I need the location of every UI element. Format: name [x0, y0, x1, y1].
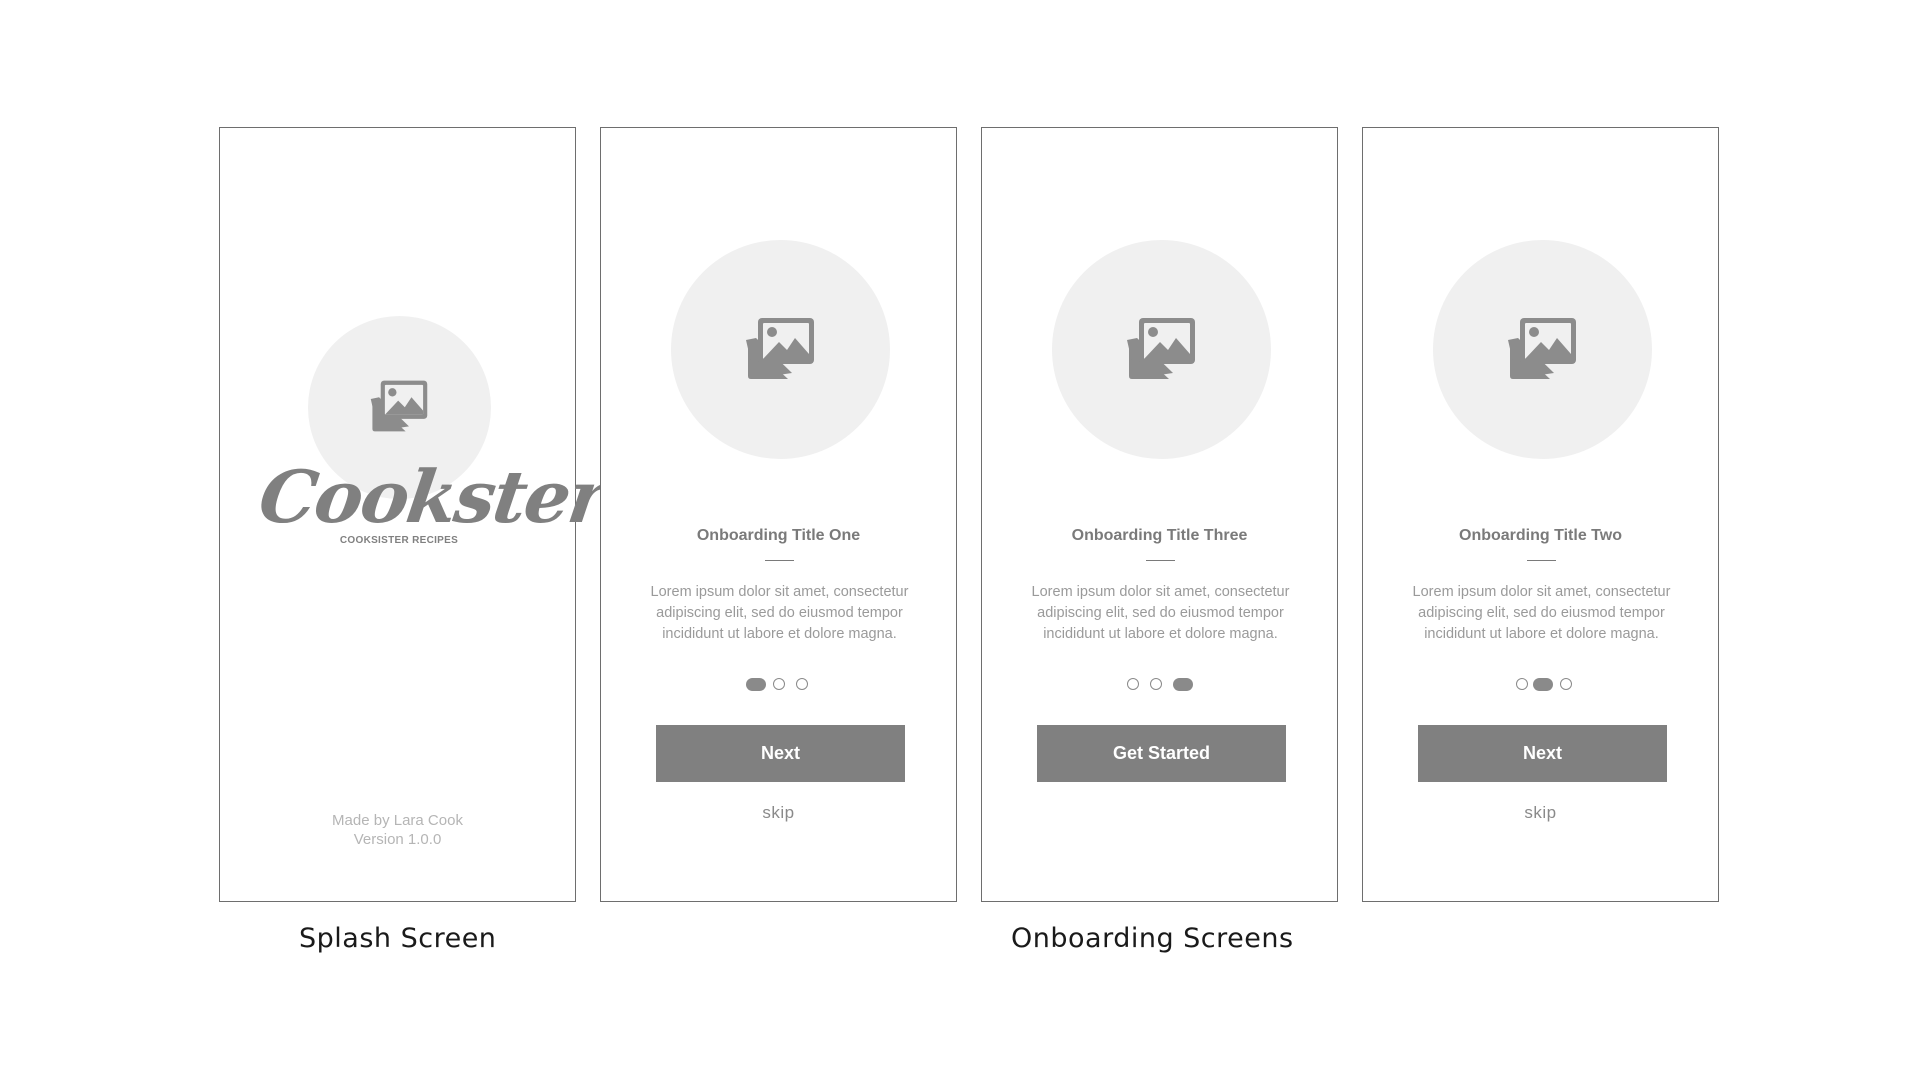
page-dot[interactable] [796, 678, 808, 690]
version-text: Version 1.0.0 [353, 831, 442, 848]
onboarding-screen-one: Onboarding Title One Lorem ipsum dolor s… [600, 127, 957, 902]
next-button[interactable]: Next [656, 725, 905, 782]
title-divider [1146, 560, 1175, 561]
onboarding-image-placeholder [1433, 240, 1652, 459]
logo-subtitle: COOKSISTER RECIPES [339, 535, 459, 546]
onboarding-body: Lorem ipsum dolor sit amet, consectetur … [1412, 584, 1671, 642]
page-dot[interactable] [1150, 678, 1162, 690]
page-dot-active[interactable] [1533, 678, 1553, 691]
onboarding-screen-two: Onboarding Title Two Lorem ipsum dolor s… [1362, 127, 1719, 902]
page-dot[interactable] [773, 678, 785, 690]
title-divider [765, 560, 794, 561]
onboarding-title: Onboarding Title Three [1071, 527, 1248, 544]
get-started-button[interactable]: Get Started [1037, 725, 1286, 782]
splash-screen-caption: Splash Screen [299, 923, 497, 954]
title-divider [1527, 560, 1556, 561]
onboarding-screens-caption: Onboarding Screens [1011, 923, 1294, 954]
skip-link[interactable]: skip [601, 803, 956, 823]
splash-footer: Made by Lara Cook Version 1.0.0 [220, 811, 575, 849]
onboarding-title: Onboarding Title Two [1459, 527, 1622, 544]
page-dot[interactable] [1127, 678, 1139, 690]
author-credit: Made by Lara Cook [332, 812, 463, 829]
image-placeholder-icon [1127, 318, 1195, 379]
image-placeholder-icon [1508, 318, 1576, 379]
onboarding-screen-three: Onboarding Title Three Lorem ipsum dolor… [981, 127, 1338, 902]
page-indicator [601, 678, 956, 692]
page-dot[interactable] [1560, 678, 1572, 690]
onboarding-image-placeholder [1052, 240, 1271, 459]
page-dot-active[interactable] [1173, 678, 1193, 691]
image-placeholder-icon [746, 318, 814, 379]
onboarding-title: Onboarding Title One [696, 527, 861, 544]
next-button[interactable]: Next [1418, 725, 1667, 782]
page-indicator [1363, 678, 1718, 692]
onboarding-image-placeholder [671, 240, 890, 459]
wireframe-canvas: Cookster COOKSISTER RECIPES Made by Lara… [0, 0, 1920, 1080]
cookster-logo: Cookster COOKSISTER RECIPES [254, 454, 611, 546]
logo-wordmark: Cookster [254, 454, 611, 539]
image-placeholder-icon [370, 380, 428, 432]
splash-screen-frame: Cookster COOKSISTER RECIPES Made by Lara… [219, 127, 611, 902]
page-dot[interactable] [1516, 678, 1528, 690]
onboarding-body: Lorem ipsum dolor sit amet, consectetur … [650, 584, 909, 642]
page-dot-active[interactable] [746, 678, 766, 691]
skip-link[interactable]: skip [1363, 803, 1718, 823]
page-indicator [982, 678, 1337, 692]
onboarding-body: Lorem ipsum dolor sit amet, consectetur … [1031, 584, 1290, 642]
